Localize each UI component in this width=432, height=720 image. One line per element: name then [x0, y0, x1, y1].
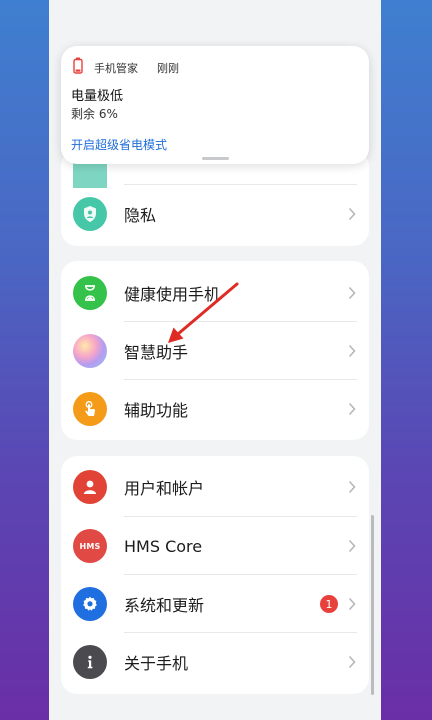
annotation-arrow — [168, 282, 239, 343]
